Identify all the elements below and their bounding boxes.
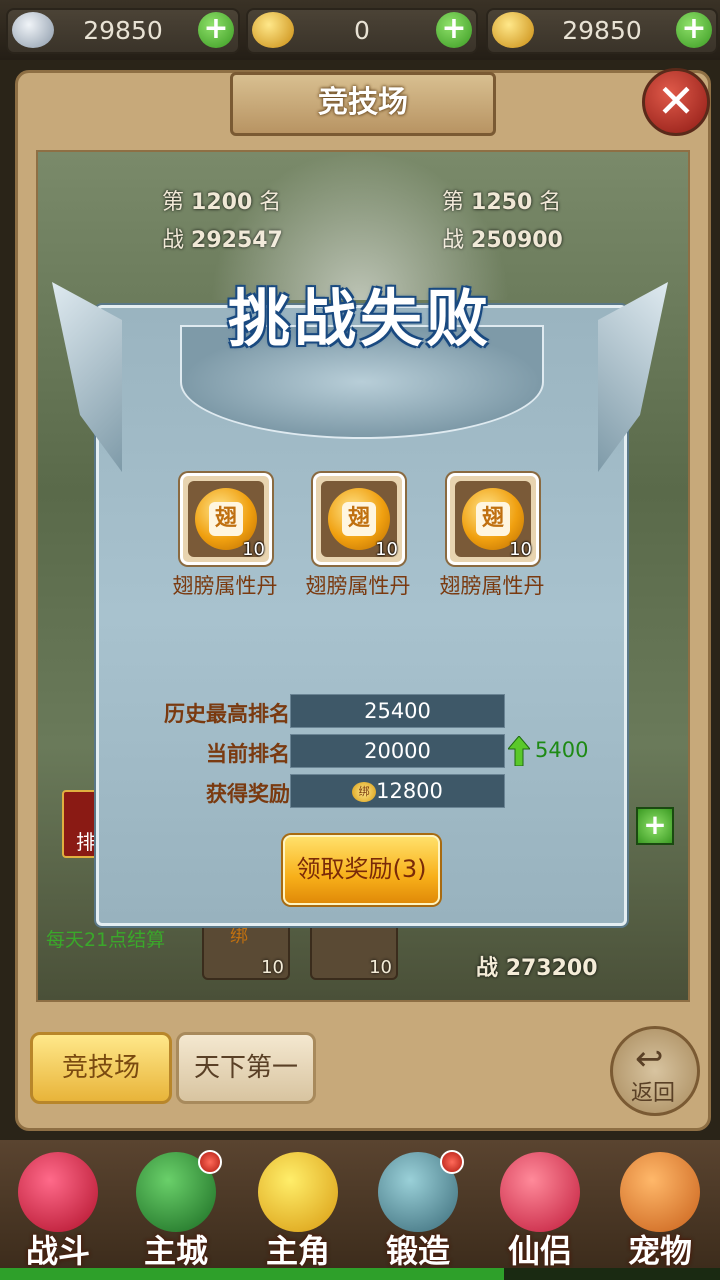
silver-ingot-icon (12, 12, 54, 48)
battle-icon (18, 1152, 98, 1232)
rank-suffix: 名 (539, 190, 562, 215)
loading-progress-fill (0, 1268, 504, 1280)
nav-hero[interactable]: 主角 (244, 1148, 352, 1270)
item-glyph: 翅 (209, 502, 243, 536)
power-prefix: 战 (162, 228, 185, 253)
currency-silver-value: 29850 (83, 16, 163, 45)
nav-label: 锻造 (385, 1232, 450, 1270)
tab-world-first[interactable]: 天下第一 (176, 1032, 316, 1104)
partner-icon (500, 1152, 580, 1232)
rank-change-value: 5400 (535, 738, 589, 762)
player-power-value: 273200 (505, 956, 598, 981)
current-rank-label: 当前排名 (206, 742, 290, 766)
currency-gold-value: 29850 (562, 16, 642, 45)
nav-city[interactable]: 主城 (122, 1148, 230, 1270)
bg-reward-count: 10 (369, 957, 392, 978)
back-label: 返回 (631, 1081, 676, 1106)
bound-gold-icon: 绑 (352, 782, 377, 802)
nav-label: 主角 (265, 1232, 330, 1270)
reward-value: 12800 (376, 779, 443, 803)
rank-prefix: 第 (162, 190, 185, 215)
side-rank-label: 排 (76, 830, 96, 854)
reward-item[interactable]: 翅 10 (180, 473, 272, 565)
rank-up-arrow-icon (508, 736, 530, 766)
nav-label: 战斗 (25, 1232, 90, 1270)
item-count: 10 (242, 539, 265, 560)
nav-pet[interactable]: 宠物 (606, 1148, 714, 1270)
result-title: 挑战失败 (227, 282, 492, 355)
tab-arena-label: 竞技场 (61, 1053, 140, 1083)
reward-value-box: 绑 12800 (290, 774, 505, 808)
currency-gold-bound-value: 0 (354, 16, 370, 45)
nav-forge[interactable]: 锻造 (364, 1148, 472, 1270)
best-rank-value: 25400 (290, 694, 505, 728)
daily-settlement-note: 每天21点结算 (46, 929, 166, 951)
gold-ingot-icon (252, 12, 294, 48)
item-glyph: 翅 (342, 502, 376, 536)
back-button[interactable]: ↩ 返回 (610, 1026, 700, 1116)
claim-reward-button[interactable]: 领取奖励(3) (283, 835, 440, 905)
close-icon: ✕ (656, 74, 696, 128)
power-prefix: 战 (476, 956, 499, 981)
current-rank-value: 20000 (290, 734, 505, 768)
back-arrow-icon: ↩ (635, 1039, 664, 1079)
player-power: 战 273200 (476, 950, 598, 982)
item-glyph: 翅 (476, 502, 510, 536)
reward-item[interactable]: 翅 10 (447, 473, 539, 565)
nav-partner[interactable]: 仙侣 (486, 1148, 594, 1270)
best-rank-label: 历史最高排名 (164, 702, 290, 726)
add-gold-button[interactable]: + (676, 12, 712, 48)
currency-gold: 29850 + (486, 8, 718, 54)
nav-label: 仙侣 (507, 1232, 572, 1270)
gold-ingot-icon (492, 12, 534, 48)
item-count: 10 (509, 539, 532, 560)
currency-silver: 29850 + (6, 8, 240, 54)
hero-icon (258, 1152, 338, 1232)
add-silver-button[interactable]: + (198, 12, 234, 48)
tab-world-first-label: 天下第一 (193, 1053, 298, 1083)
bg-reward-count: 10 (261, 957, 284, 978)
pet-icon (620, 1152, 700, 1232)
loading-progress-bar (0, 1268, 720, 1280)
reward-item-name: 翅膀属性丹 (172, 574, 278, 598)
item-count: 10 (375, 539, 398, 560)
tab-arena[interactable]: 竞技场 (30, 1032, 172, 1104)
nav-label: 宠物 (627, 1232, 692, 1270)
notification-dot (440, 1150, 464, 1174)
reward-item-name: 翅膀属性丹 (439, 574, 545, 598)
currency-gold-bound: 0 + (246, 8, 478, 54)
reward-label: 获得奖励 (206, 782, 290, 806)
nav-battle[interactable]: 战斗 (4, 1148, 112, 1270)
window-title: 竞技场 (318, 85, 408, 120)
add-challenge-button[interactable]: + (636, 807, 674, 845)
notification-dot (198, 1150, 222, 1174)
window-title-plate: 竞技场 (230, 72, 496, 136)
reward-item-name: 翅膀属性丹 (305, 574, 411, 598)
close-button[interactable]: ✕ (642, 68, 710, 136)
nav-label: 主城 (143, 1232, 208, 1270)
add-gold-bound-button[interactable]: + (436, 12, 472, 48)
reward-item[interactable]: 翅 10 (313, 473, 405, 565)
